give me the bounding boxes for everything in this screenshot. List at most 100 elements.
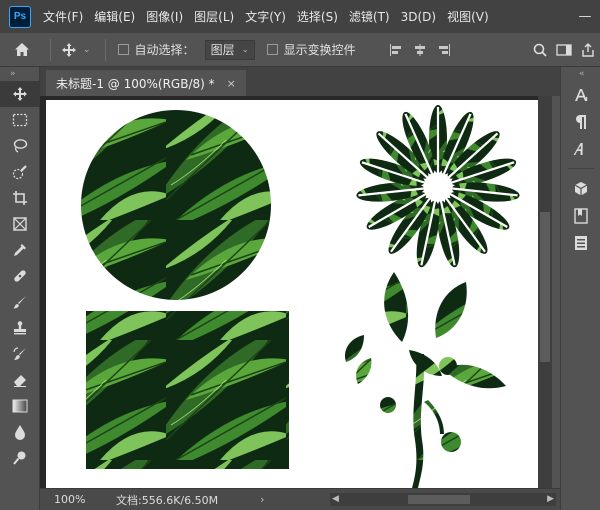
marquee-tool-button[interactable] [0, 107, 40, 133]
status-menu-arrow-icon[interactable]: › [260, 493, 264, 506]
move-icon [13, 87, 27, 101]
brush-icon [13, 296, 26, 309]
status-bar: 100% 文档:556.6K/6.50M › ◀ ▶ [40, 488, 560, 510]
dodge-tool-button[interactable] [0, 445, 40, 471]
collapse-panel-icon[interactable]: » [0, 67, 39, 81]
paragraph-panel-button[interactable] [561, 108, 600, 135]
crop-tool-button[interactable] [0, 185, 40, 211]
rectangle-leaf-shape[interactable] [86, 311, 289, 469]
menu-select[interactable]: 选择(S) [297, 8, 338, 25]
character-panel-button[interactable] [561, 81, 600, 108]
eraser-tool-button[interactable] [0, 367, 40, 393]
dodge-icon [13, 451, 26, 465]
auto-select-checkbox[interactable] [117, 44, 129, 55]
search-icon[interactable] [528, 43, 552, 57]
dropdown-value: 图层 [210, 43, 235, 57]
document-size-info: 文档:556.6K/6.50M [116, 493, 219, 507]
drop-icon [15, 425, 25, 440]
circle-leaf-shape[interactable] [81, 110, 271, 300]
chevron-down-icon: ⌄ [83, 44, 91, 55]
move-tool-button[interactable] [0, 81, 40, 107]
stamp-icon [14, 321, 26, 335]
align-left-edges-icon[interactable] [384, 40, 408, 60]
menu-3d[interactable]: 3D(D) [401, 10, 436, 24]
home-button[interactable] [0, 33, 44, 67]
horizontal-scroll-thumb[interactable] [408, 495, 470, 504]
photoshop-window: Ps 文件(F) 编辑(E) 图像(I) 图层(L) 文字(Y) 选择(S) 滤… [0, 0, 600, 510]
close-icon[interactable]: × [227, 77, 236, 90]
canvas-artwork [81, 105, 520, 488]
zoom-level[interactable]: 100% [40, 493, 88, 506]
expand-panels-icon[interactable]: « [561, 67, 600, 81]
menu-view[interactable]: 视图(V) [447, 8, 489, 25]
brush-tool-button[interactable] [0, 289, 40, 315]
divider [50, 38, 51, 61]
rectangular-marquee-icon [12, 113, 28, 127]
show-transform-controls-label: 显示变换控件 [283, 43, 356, 57]
document-tab-title: 未标题-1 @ 100%(RGB/8) * [56, 76, 215, 91]
document-tab[interactable]: 未标题-1 @ 100%(RGB/8) * × [46, 70, 246, 96]
options-right-group [528, 33, 600, 67]
library-icon [574, 207, 588, 224]
daisy-center [433, 182, 443, 192]
glyphs-panel-button[interactable] [561, 135, 600, 162]
healing-brush-tool-button[interactable] [0, 263, 40, 289]
auto-select-label: 自动选择： [134, 43, 195, 57]
menu-edit[interactable]: 编辑(E) [94, 8, 135, 25]
gradient-icon [12, 399, 28, 413]
photoshop-logo-icon: Ps [9, 5, 31, 28]
horizontal-scrollbar[interactable]: ◀ ▶ [330, 493, 556, 506]
document-canvas[interactable] [46, 100, 538, 488]
clone-stamp-tool-button[interactable] [0, 315, 40, 341]
share-icon[interactable] [576, 43, 600, 57]
menu-image[interactable]: 图像(I) [146, 8, 183, 25]
auto-select-target-dropdown[interactable]: 图层 ⌄ [204, 39, 255, 60]
menu-bar: Ps 文件(F) 编辑(E) 图像(I) 图层(L) 文字(Y) 选择(S) 滤… [0, 0, 600, 33]
divider [104, 38, 106, 61]
right-panel-dock: « [560, 67, 600, 510]
show-transform-controls-checkbox[interactable] [266, 44, 278, 55]
document-workspace[interactable] [40, 96, 552, 488]
minimize-button[interactable]: — [570, 0, 600, 33]
menu-type[interactable]: 文字(Y) [245, 8, 286, 25]
move-icon [62, 42, 76, 57]
home-icon [15, 43, 29, 56]
history-brush-tool-button[interactable] [0, 341, 40, 367]
bandage-icon [14, 270, 26, 282]
menu-file[interactable]: 文件(F) [43, 8, 83, 25]
libraries-panel-button[interactable] [561, 202, 600, 229]
workspace-icon[interactable] [552, 44, 576, 56]
move-tool-preset-picker[interactable]: ⌄ [61, 42, 91, 58]
properties-icon [575, 235, 587, 250]
divider [567, 168, 594, 169]
frame-tool-button[interactable] [0, 211, 40, 237]
eraser-icon [14, 375, 26, 387]
scroll-left-icon[interactable]: ◀ [332, 493, 339, 506]
menu-layer[interactable]: 图层(L) [194, 8, 234, 25]
align-buttons [384, 40, 456, 60]
lasso-tool-button[interactable] [0, 133, 40, 159]
quick-selection-tool-button[interactable] [0, 159, 40, 185]
eyedropper-icon [14, 244, 26, 256]
character-icon [575, 88, 588, 101]
gradient-tool-button[interactable] [0, 393, 40, 419]
plant-leaf-shape[interactable] [344, 272, 506, 488]
tools-panel: » [0, 67, 40, 510]
menu-filter[interactable]: 滤镜(T) [349, 8, 390, 25]
properties-panel-button[interactable] [561, 229, 600, 256]
3d-panel-button[interactable] [561, 175, 600, 202]
history-brush-icon [13, 347, 26, 360]
align-horizontal-centers-icon[interactable] [408, 40, 432, 60]
frame-icon [13, 217, 27, 231]
window-controls: — [570, 0, 600, 33]
eyedropper-tool-button[interactable] [0, 237, 40, 263]
3d-cube-icon [574, 181, 588, 195]
paragraph-icon [576, 114, 586, 129]
vertical-scrollbar[interactable] [538, 96, 552, 488]
blur-tool-button[interactable] [0, 419, 40, 445]
align-right-edges-icon[interactable] [432, 40, 456, 60]
vertical-scroll-thumb[interactable] [540, 212, 550, 362]
scroll-right-icon[interactable]: ▶ [547, 493, 554, 506]
crop-icon [13, 191, 27, 205]
options-bar: ⌄ 自动选择： 图层 ⌄ 显示变换控件 [0, 33, 600, 67]
